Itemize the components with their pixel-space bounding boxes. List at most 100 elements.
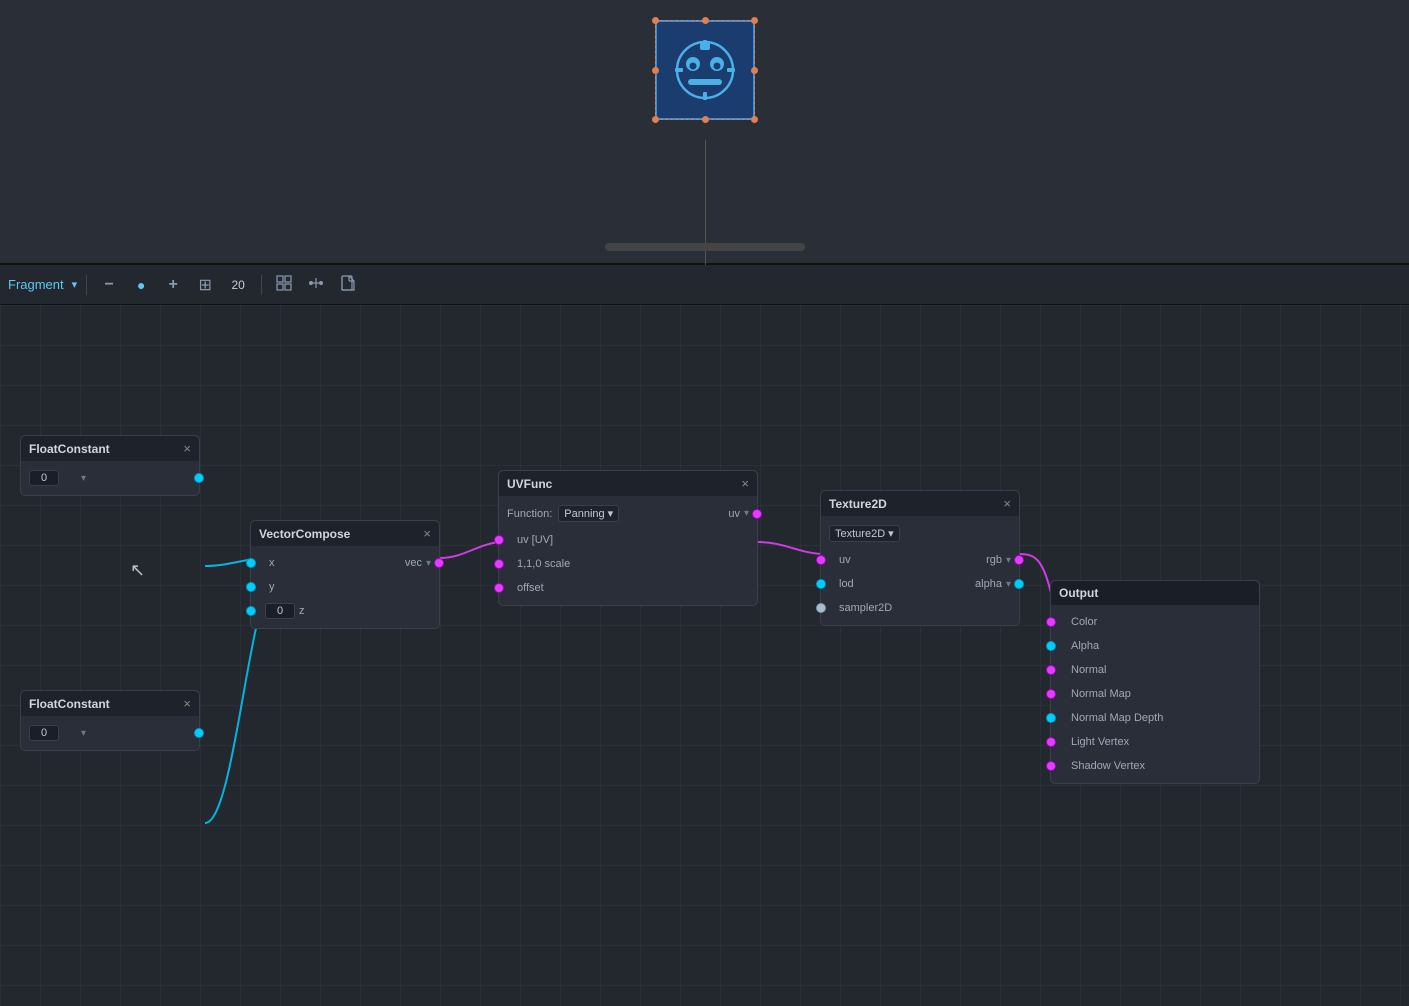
t2d-rgb-dropdown[interactable]: ▾: [1006, 555, 1011, 566]
godot-icon: [655, 20, 755, 120]
vc-vec-label: vec: [405, 557, 422, 569]
uvfunc-header[interactable]: UVFunc ×: [499, 471, 757, 496]
handle-tm[interactable]: [702, 17, 709, 24]
vc-dropdown-icon[interactable]: ▾: [426, 558, 431, 569]
float-constant-2-header[interactable]: FloatConstant ×: [21, 691, 199, 716]
vc-z-input-port[interactable]: [246, 606, 256, 616]
output-normal-map-depth-row: Normal Map Depth: [1051, 707, 1259, 729]
float-constant-2-body: 0 ▾: [21, 716, 199, 750]
vc-z-label: z: [299, 605, 305, 617]
vc-y-label: y: [259, 581, 275, 593]
uvfunc-dropdown-arrow: ▾: [608, 507, 614, 520]
output-color-port[interactable]: [1046, 617, 1056, 627]
float-constant-1-title: FloatConstant: [29, 442, 110, 456]
uvfunc-close[interactable]: ×: [741, 476, 749, 491]
texture2d-body: Texture2D ▾ uv rgb ▾ lod alpha: [821, 516, 1019, 625]
info-button[interactable]: ●: [128, 272, 154, 298]
plus-icon: +: [169, 276, 178, 294]
output-normal-map-row: Normal Map: [1051, 683, 1259, 705]
connection-icon: [308, 275, 324, 294]
shader-type-dropdown-arrow[interactable]: ▾: [72, 278, 78, 291]
save-button[interactable]: [335, 272, 361, 298]
output-shadow-vertex-port[interactable]: [1046, 761, 1056, 771]
handle-bm[interactable]: [702, 116, 709, 123]
horizontal-scrollbar[interactable]: [605, 243, 805, 251]
fc2-output-port[interactable]: [194, 728, 204, 738]
vc-z-value[interactable]: 0: [265, 603, 295, 619]
vector-compose-close[interactable]: ×: [423, 526, 431, 541]
output-header[interactable]: Output: [1051, 581, 1259, 605]
handle-br[interactable]: [751, 116, 758, 123]
shader-toolbar: Fragment ▾ − ● + ⊞ 20: [0, 265, 1409, 305]
fc1-output-port[interactable]: [194, 473, 204, 483]
uvfunc-scale-row: 1,1,0 scale: [499, 553, 757, 575]
connection-button[interactable]: [303, 272, 329, 298]
fc1-dropdown-icon[interactable]: ▾: [81, 473, 86, 484]
vc-y-input-port[interactable]: [246, 582, 256, 592]
uvfunc-uv-input-port[interactable]: [494, 535, 504, 545]
output-color-label: Color: [1059, 616, 1097, 628]
float-constant-2-value[interactable]: 0: [29, 725, 59, 741]
handle-bl[interactable]: [652, 116, 659, 123]
handle-tr[interactable]: [751, 17, 758, 24]
zoom-out-button[interactable]: −: [96, 272, 122, 298]
uvfunc-body: Function: Panning ▾ uv ▾ uv [UV]: [499, 496, 757, 605]
vc-x-input-port[interactable]: [246, 558, 256, 568]
grid-button[interactable]: [271, 272, 297, 298]
handle-tl[interactable]: [652, 17, 659, 24]
t2d-alpha-dropdown[interactable]: ▾: [1006, 579, 1011, 590]
uvfunc-offset-input-port[interactable]: [494, 583, 504, 593]
uvfunc-output-dropdown[interactable]: ▾: [744, 508, 749, 519]
float-constant-2-close[interactable]: ×: [183, 696, 191, 711]
vc-output-group: vec ▾: [405, 557, 431, 569]
vc-x-label: x: [259, 557, 275, 569]
output-normal-map-depth-label: Normal Map Depth: [1059, 712, 1163, 724]
texture2d-rgb-label: rgb: [986, 554, 1002, 566]
texture2d-alpha-group: alpha ▾: [975, 578, 1011, 590]
uvfunc-function-dropdown[interactable]: Panning ▾: [558, 505, 619, 522]
output-normal-label: Normal: [1059, 664, 1106, 676]
uvfunc-scale-input-port[interactable]: [494, 559, 504, 569]
output-light-vertex-port[interactable]: [1046, 737, 1056, 747]
fc2-dropdown-icon[interactable]: ▾: [81, 728, 86, 739]
uvfunc-output-port[interactable]: [752, 509, 762, 519]
arrange-button[interactable]: ⊞: [192, 272, 218, 298]
handle-ml[interactable]: [652, 67, 659, 74]
godot-icon-container[interactable]: [655, 20, 755, 120]
output-normal-map-depth-port[interactable]: [1046, 713, 1056, 723]
output-normal-port[interactable]: [1046, 665, 1056, 675]
texture2d-sampler-input-port[interactable]: [816, 603, 826, 613]
toolbar-sep-1: [86, 275, 87, 295]
texture2d-alpha-output-port[interactable]: [1014, 579, 1024, 589]
node-editor-canvas[interactable]: FloatConstant × 0 ▾ FloatConstant × 0 ▾: [0, 305, 1409, 1006]
texture2d-lod-label: lod: [829, 578, 854, 590]
zoom-in-button[interactable]: +: [160, 272, 186, 298]
handle-mr[interactable]: [751, 67, 758, 74]
info-icon: ●: [137, 277, 145, 293]
texture2d-lod-input-port[interactable]: [816, 579, 826, 589]
vector-compose-title: VectorCompose: [259, 527, 350, 541]
godot-logo-svg: [670, 35, 740, 105]
uvfunc-function-row: Function: Panning ▾ uv ▾: [499, 502, 757, 525]
texture2d-header[interactable]: Texture2D ×: [821, 491, 1019, 516]
texture2d-uv-label: uv: [829, 554, 851, 566]
vector-compose-header[interactable]: VectorCompose ×: [251, 521, 439, 546]
float-constant-2-row: 0 ▾: [21, 722, 199, 744]
texture2d-type-dropdown[interactable]: Texture2D ▾: [829, 525, 900, 542]
float-constant-1-row: 0 ▾: [21, 467, 199, 489]
output-color-row: Color: [1051, 611, 1259, 633]
vc-z-row: 0 z: [251, 600, 439, 622]
texture2d-uv-input-port[interactable]: [816, 555, 826, 565]
float-constant-1-close[interactable]: ×: [183, 441, 191, 456]
float-constant-1-value[interactable]: 0: [29, 470, 59, 486]
texture2d-rgb-output-port[interactable]: [1014, 555, 1024, 565]
texture2d-close[interactable]: ×: [1003, 496, 1011, 511]
float-constant-1-header[interactable]: FloatConstant ×: [21, 436, 199, 461]
output-light-vertex-label: Light Vertex: [1059, 736, 1129, 748]
zoom-level: 20: [224, 278, 252, 292]
uvfunc-uv-row: uv [UV]: [499, 529, 757, 551]
output-alpha-port[interactable]: [1046, 641, 1056, 651]
output-node: Output Color Alpha Normal Normal Map: [1050, 580, 1260, 784]
vc-output-port[interactable]: [434, 558, 444, 568]
output-normal-map-port[interactable]: [1046, 689, 1056, 699]
